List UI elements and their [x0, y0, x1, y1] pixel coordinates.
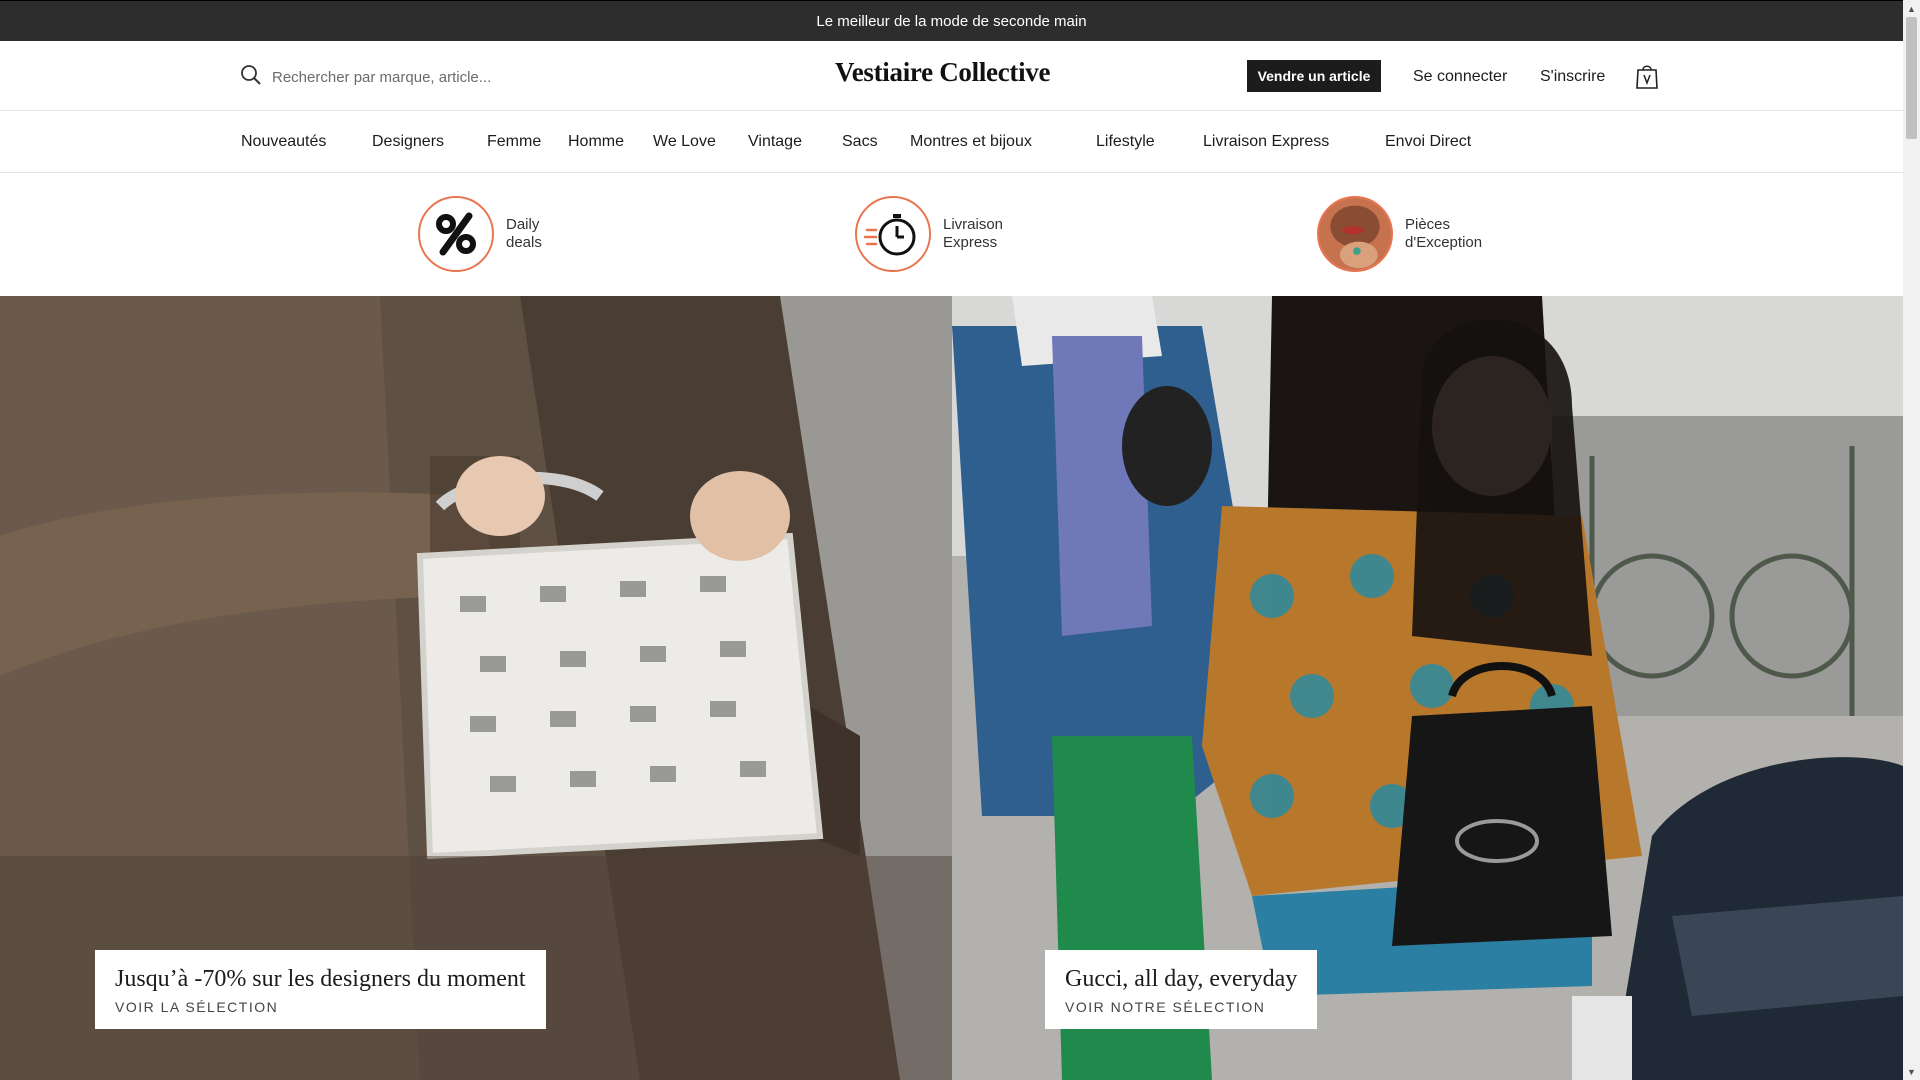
main-nav: Nouveautés Designers Femme Homme We Love… — [0, 111, 1903, 173]
scrollbar-thumb[interactable] — [1906, 17, 1917, 139]
search-bar[interactable] — [240, 61, 660, 93]
header: Vestiaire Collective Vendre un article S… — [0, 41, 1903, 111]
nav-item-vintage[interactable]: Vintage — [748, 133, 802, 151]
nav-item-lifestyle[interactable]: Lifestyle — [1096, 133, 1155, 151]
quick-link-daily-deals[interactable]: Daily deals — [418, 196, 542, 272]
scroll-up-arrow-icon[interactable]: ▲ — [1903, 0, 1920, 17]
quick-links: Daily deals Livraison Express Pièces d'E… — [0, 173, 1903, 296]
sell-item-button[interactable]: Vendre un article — [1247, 60, 1381, 92]
nav-item-livraison-express[interactable]: Livraison Express — [1203, 133, 1329, 151]
quick-link-pieces-exception[interactable]: Pièces d'Exception — [1317, 196, 1482, 272]
portrait-image — [1317, 196, 1393, 272]
site-logo[interactable]: Vestiaire Collective — [835, 57, 1050, 88]
nav-item-montres-bijoux[interactable]: Montres et bijoux — [910, 133, 1032, 151]
nav-item-nouveautes[interactable]: Nouveautés — [241, 133, 326, 151]
announcement-bar: Le meilleur de la mode de seconde main — [0, 0, 1903, 41]
login-link[interactable]: Se connecter — [1413, 68, 1507, 86]
scroll-down-arrow-icon[interactable]: ▼ — [1903, 1063, 1920, 1080]
shopping-bag-icon[interactable] — [1635, 62, 1659, 90]
signup-link[interactable]: S'inscrire — [1540, 68, 1605, 86]
hero-cta-link[interactable]: VOIR NOTRE SÉLECTION — [1065, 999, 1297, 1015]
page: Le meilleur de la mode de seconde main V… — [0, 0, 1903, 1080]
quick-link-label: Livraison Express — [943, 216, 1004, 251]
nav-item-we-love[interactable]: We Love — [653, 133, 716, 151]
nav-item-sacs[interactable]: Sacs — [842, 133, 878, 151]
quick-link-label: Daily deals — [506, 216, 542, 251]
percent-icon — [418, 196, 494, 272]
nav-item-envoi-direct[interactable]: Envoi Direct — [1385, 133, 1471, 151]
quick-link-label: Pièces d'Exception — [1405, 216, 1483, 251]
hero-cta-link[interactable]: VOIR LA SÉLECTION — [115, 999, 526, 1015]
nav-item-femme[interactable]: Femme — [487, 133, 541, 151]
hero-banner-gucci[interactable]: Gucci, all day, everyday VOIR NOTRE SÉLE… — [952, 296, 1903, 1080]
stopwatch-icon — [855, 196, 931, 272]
hero-banner-designers[interactable]: Jusqu’à -70% sur les designers du moment… — [0, 296, 952, 1080]
hero-caption-designers[interactable]: Jusqu’à -70% sur les designers du moment… — [95, 950, 546, 1029]
nav-item-designers[interactable]: Designers — [372, 133, 444, 151]
search-input[interactable] — [272, 68, 632, 86]
page-scrollbar[interactable]: ▲ ▼ — [1903, 0, 1920, 1080]
quick-link-livraison-express[interactable]: Livraison Express — [855, 196, 1003, 272]
announcement-text: Le meilleur de la mode de seconde main — [816, 12, 1087, 30]
hero-title: Gucci, all day, everyday — [1065, 966, 1298, 992]
nav-item-homme[interactable]: Homme — [568, 133, 624, 151]
hero-title: Jusqu’à -70% sur les designers du moment — [115, 966, 526, 992]
hero-caption-gucci[interactable]: Gucci, all day, everyday VOIR NOTRE SÉLE… — [1045, 950, 1318, 1029]
search-icon — [240, 64, 262, 91]
